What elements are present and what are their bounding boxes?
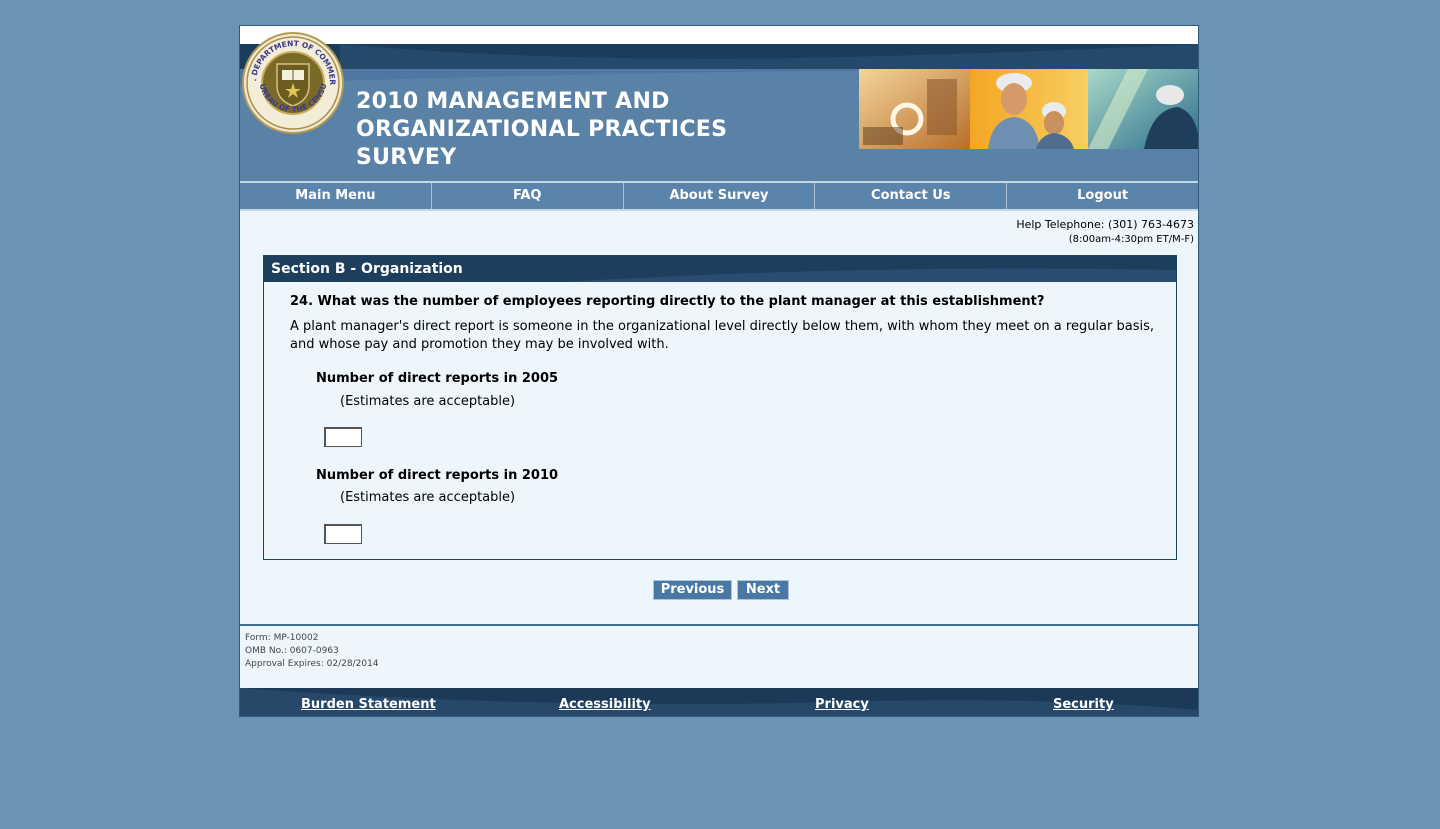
factory-photo: [859, 69, 970, 149]
next-button[interactable]: Next: [737, 580, 789, 600]
field-label-2005: Number of direct reports in 2005: [316, 371, 559, 386]
direct-reports-2005-input[interactable]: [324, 427, 362, 447]
footer-divider: [240, 624, 1198, 626]
question-explanation: A plant manager's direct report is someo…: [290, 319, 1154, 352]
help-hours: (8:00am-4:30pm ET/M-F): [1068, 234, 1194, 245]
approval-expires: Approval Expires: 02/28/2014: [245, 659, 379, 669]
help-telephone-number: Help Telephone: (301) 763-4673: [1016, 218, 1194, 231]
footer: Burden Statement Accessibility Privacy S…: [240, 688, 1198, 716]
main-nav: Main Menu FAQ About Survey Contact Us Lo…: [240, 181, 1198, 211]
header-top-strip: [240, 26, 1198, 44]
form-number: Form: MP-10002: [245, 633, 319, 643]
survey-page: U.S. DEPARTMENT OF COMMERCE BUREAU OF TH…: [239, 25, 1199, 717]
title-line-2: ORGANIZATIONAL PRACTICES: [356, 117, 728, 142]
help-telephone: Help Telephone: (301) 763-4673 (8:00am-4…: [1016, 217, 1194, 247]
survey-title: 2010 MANAGEMENT AND ORGANIZATIONAL PRACT…: [356, 88, 816, 172]
form-info: Form: MP-10002 OMB No.: 0607-0963 Approv…: [245, 632, 379, 671]
census-seal: U.S. DEPARTMENT OF COMMERCE BUREAU OF TH…: [242, 32, 344, 134]
burden-statement-link[interactable]: Burden Statement: [301, 697, 436, 712]
nav-about-survey[interactable]: About Survey: [624, 183, 816, 209]
worker-photo: [1088, 69, 1198, 149]
section-header: Section B - Organization: [264, 256, 1176, 282]
nav-main-menu[interactable]: Main Menu: [240, 183, 432, 209]
section-panel: Section B - Organization 24. What was th…: [263, 255, 1177, 560]
section-title: Section B - Organization: [271, 261, 463, 277]
header: U.S. DEPARTMENT OF COMMERCE BUREAU OF TH…: [240, 26, 1198, 181]
field-note-2010: (Estimates are acceptable): [340, 490, 516, 505]
nav-contact-us[interactable]: Contact Us: [815, 183, 1008, 209]
title-line-1: 2010 MANAGEMENT AND: [356, 89, 670, 114]
previous-button[interactable]: Previous: [653, 580, 732, 600]
accessibility-link[interactable]: Accessibility: [559, 697, 651, 712]
title-line-3: SURVEY: [356, 145, 457, 170]
engineers-photo: [970, 69, 1088, 149]
field-label-2010: Number of direct reports in 2010: [316, 468, 559, 483]
header-photo-collage: [859, 69, 1198, 149]
omb-number: OMB No.: 0607-0963: [245, 646, 339, 656]
privacy-link[interactable]: Privacy: [815, 697, 869, 712]
nav-logout[interactable]: Logout: [1007, 183, 1198, 209]
field-note-2005: (Estimates are acceptable): [340, 394, 516, 409]
direct-reports-2010-input[interactable]: [324, 524, 362, 544]
security-link[interactable]: Security: [1053, 697, 1114, 712]
nav-faq[interactable]: FAQ: [432, 183, 624, 209]
question-text: 24. What was the number of employees rep…: [290, 294, 1045, 309]
